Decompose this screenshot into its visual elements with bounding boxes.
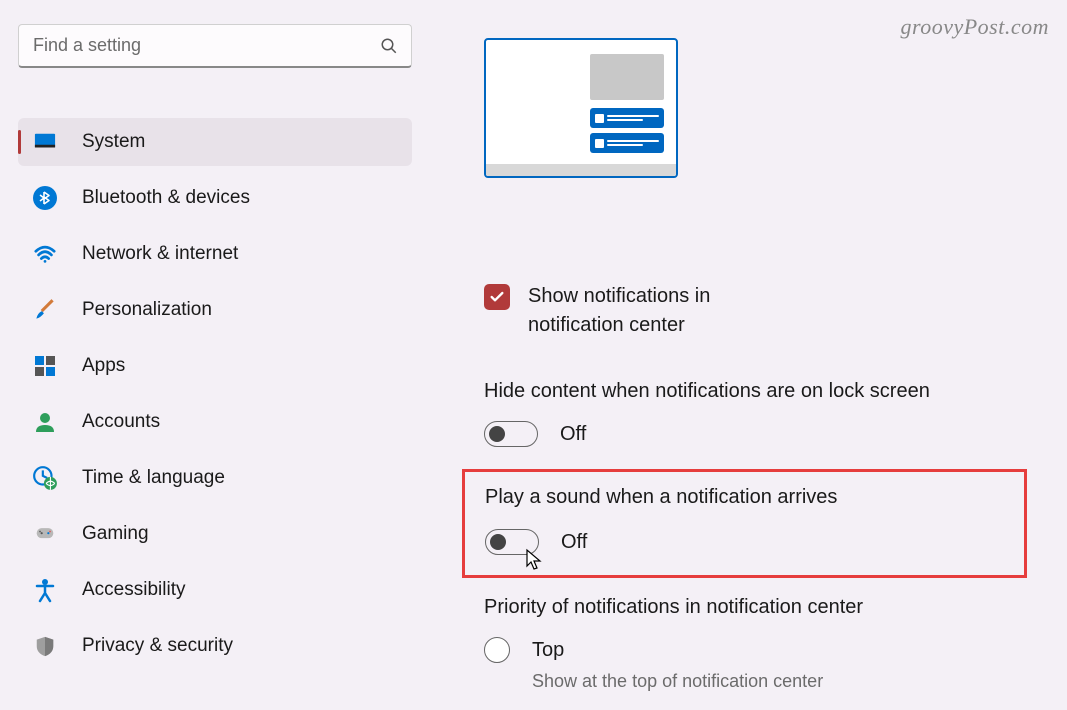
notification-preview[interactable] [484,38,678,178]
system-icon [32,129,58,155]
sidebar-item-label: Personalization [82,299,212,321]
hide-content-state: Off [560,423,586,446]
hide-content-title: Hide content when notifications are on l… [484,380,1007,403]
show-notifications-row: Show notifications in notification cente… [484,282,1007,340]
sidebar-item-label: Apps [82,355,125,377]
sidebar-item-system[interactable]: System [18,118,412,166]
label-line-2: notification center [528,314,685,336]
paintbrush-icon [32,297,58,323]
accessibility-icon [32,577,58,603]
play-sound-state: Off [561,531,587,554]
priority-radio-top-sub: Show at the top of notification center [532,671,1007,692]
show-notifications-label: Show notifications in notification cente… [528,282,710,340]
wifi-icon [32,241,58,267]
gamepad-icon [32,521,58,547]
sidebar-item-privacy[interactable]: Privacy & security [18,622,412,670]
hide-content-toggle[interactable] [484,421,538,447]
priority-title: Priority of notifications in notificatio… [484,596,1007,619]
sidebar-item-label: Privacy & security [82,635,233,657]
apps-icon [32,353,58,379]
play-sound-title: Play a sound when a notification arrives [485,486,1004,509]
sidebar-item-label: Accounts [82,411,160,433]
toggle-knob [490,534,506,550]
priority-block: Priority of notifications in notificatio… [484,596,1007,692]
priority-radio-top[interactable] [484,637,510,663]
main-content: Show notifications in notification cente… [442,24,1067,710]
sidebar-item-label: Network & internet [82,243,238,265]
preview-notification-1 [590,108,664,128]
preview-taskbar [486,164,676,176]
play-sound-toggle-row: Off [485,529,1004,555]
sidebar: System Bluetooth & devices Network & int… [18,24,442,710]
priority-option-top-row: Top [484,637,1007,663]
sidebar-item-label: Time & language [82,467,225,489]
bluetooth-icon [32,185,58,211]
hide-content-toggle-row: Off [484,421,1007,447]
toggle-knob [489,426,505,442]
sidebar-item-label: Gaming [82,523,149,545]
sidebar-item-bluetooth[interactable]: Bluetooth & devices [18,174,412,222]
sidebar-item-accounts[interactable]: Accounts [18,398,412,446]
search-icon [380,37,398,55]
sidebar-item-label: Accessibility [82,579,185,601]
sidebar-item-label: System [82,131,145,153]
preview-app-window [590,54,664,100]
hide-content-block: Hide content when notifications are on l… [484,380,1007,447]
sidebar-item-apps[interactable]: Apps [18,342,412,390]
search-wrap [18,24,412,68]
search-input[interactable] [18,24,412,68]
label-line-1: Show notifications in [528,285,710,307]
priority-radio-top-label: Top [532,639,564,662]
shield-icon [32,633,58,659]
preview-notification-2 [590,133,664,153]
sidebar-item-label: Bluetooth & devices [82,187,250,209]
show-notifications-checkbox[interactable] [484,284,510,310]
nav-list: System Bluetooth & devices Network & int… [18,118,442,670]
sidebar-item-gaming[interactable]: Gaming [18,510,412,558]
sidebar-item-accessibility[interactable]: Accessibility [18,566,412,614]
person-icon [32,409,58,435]
play-sound-highlight: Play a sound when a notification arrives… [462,469,1027,578]
cursor-icon [525,548,545,572]
sidebar-item-network[interactable]: Network & internet [18,230,412,278]
clock-globe-icon [32,465,58,491]
sidebar-item-time[interactable]: Time & language [18,454,412,502]
watermark-text: groovyPost.com [900,14,1049,40]
settings-container: System Bluetooth & devices Network & int… [0,0,1067,710]
sidebar-item-personalization[interactable]: Personalization [18,286,412,334]
